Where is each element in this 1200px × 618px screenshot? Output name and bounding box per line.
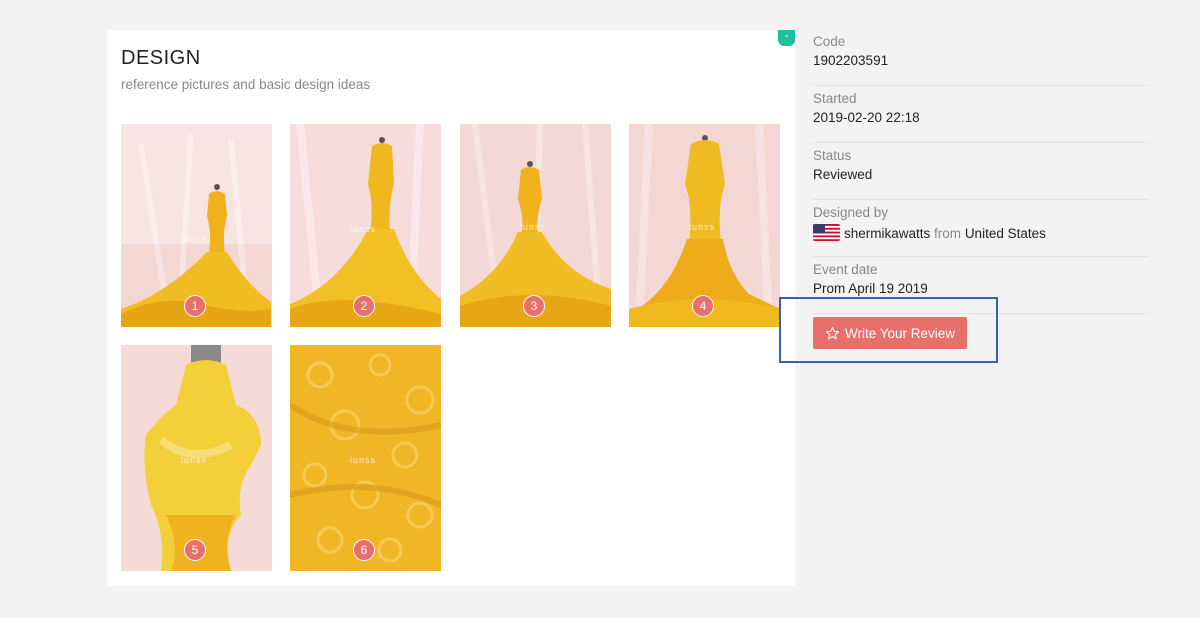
code-value: 1902203591 <box>813 53 889 68</box>
design-thumbnail-4[interactable]: lunss 4 <box>629 124 780 327</box>
status-label: Status <box>813 148 852 163</box>
star-outline-icon <box>825 326 839 339</box>
thumbnail-number: 6 <box>353 539 375 561</box>
event-date-label: Event date <box>813 262 878 277</box>
watermark: lunss <box>350 455 377 465</box>
design-thumbnail-6[interactable]: lunss 6 <box>290 345 441 571</box>
design-title: DESIGN <box>121 47 201 69</box>
designer-country: United States <box>964 226 1046 241</box>
watermark: lunss <box>689 222 716 232</box>
watermark: lunss <box>181 455 208 465</box>
write-review-button[interactable]: Write Your Review <box>813 317 967 349</box>
info-started: Started 2019-02-20 22:18 <box>813 87 1149 143</box>
designer-line: shermikawatts from United States <box>813 224 1149 241</box>
watermark: lunss <box>350 224 377 234</box>
order-info-panel: Code 1902203591 Started 2019-02-20 22:18… <box>813 30 1149 315</box>
started-value: 2019-02-20 22:18 <box>813 110 920 125</box>
info-event-date: Event date Prom April 19 2019 <box>813 258 1149 314</box>
design-thumbnail-2[interactable]: lunss 2 <box>290 124 441 327</box>
thumbnail-number: 4 <box>692 295 714 317</box>
info-code: Code 1902203591 <box>813 30 1149 86</box>
event-date-value: Prom April 19 2019 <box>813 281 928 296</box>
watermark: lunss <box>520 222 547 232</box>
designer-username[interactable]: shermikawatts <box>844 226 930 241</box>
info-designed-by: Designed by shermikawatts from United St… <box>813 201 1149 257</box>
thumbnail-number: 1 <box>184 295 206 317</box>
code-label: Code <box>813 34 846 49</box>
design-thumbnail-1[interactable]: lunss 1 <box>121 124 272 327</box>
collapse-tab[interactable]: - <box>778 30 795 46</box>
write-review-label: Write Your Review <box>844 325 956 341</box>
status-value: Reviewed <box>813 167 873 182</box>
thumbnail-number: 5 <box>184 539 206 561</box>
design-thumbnail-5[interactable]: lunss 5 <box>121 345 272 571</box>
from-word: from <box>934 226 962 241</box>
thumbnail-number: 2 <box>353 295 375 317</box>
design-thumbnail-3[interactable]: lunss 3 <box>460 124 611 327</box>
us-flag-icon <box>813 224 840 241</box>
design-subtitle: reference pictures and basic design idea… <box>121 77 371 92</box>
started-label: Started <box>813 91 857 106</box>
info-status: Status Reviewed <box>813 144 1149 200</box>
thumbnail-number: 3 <box>523 295 545 317</box>
designed-by-label: Designed by <box>813 205 889 220</box>
watermark: lunss <box>181 234 208 244</box>
